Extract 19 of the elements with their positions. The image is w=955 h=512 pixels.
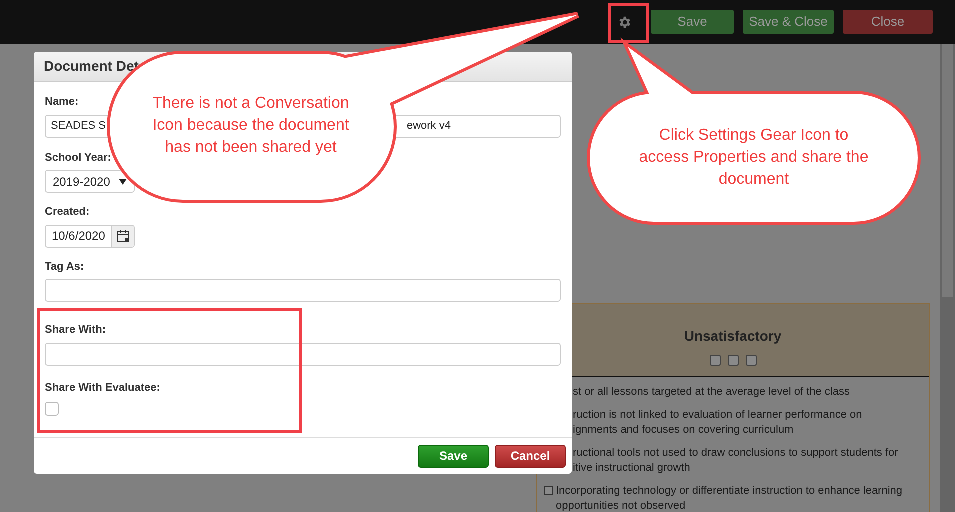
rubric-heading: Unsatisfactory [684,327,782,346]
field-label: Share With Evaluatee: [45,380,160,396]
criterion-text: st or all lessons targeted at the average level of the class [573,385,850,400]
field-value: 10/6/2020 [51,228,106,245]
field-label: School Year: [45,150,112,166]
criterion-text: ructional tools not used to draw conclusions to support students for [573,446,898,461]
field-label: Share With: [45,323,106,338]
criterion-text: ignments and focuses on covering curriculum [573,423,795,438]
field-value: ework v4 [406,118,451,134]
criterion-text: ruction is not linked to evaluation of learner performance on [573,408,862,423]
field-label: Tag As: [45,260,84,274]
criterion-text: Incorporating technology or differentiate instruction to enhance learning [556,484,903,499]
field-label: Name: [45,95,79,110]
field-label: Created: [45,205,90,220]
callout-text: There is not a Conversation Icon because the document has not been shared yet [152,94,350,158]
callout-text: Click Settings Gear Icon to access Properties and share the document [638,126,870,190]
field-value: SEADES S [51,118,106,134]
criterion-text: itive instructional growth [573,461,692,476]
criterion-text: opportunities not observed [556,499,687,512]
